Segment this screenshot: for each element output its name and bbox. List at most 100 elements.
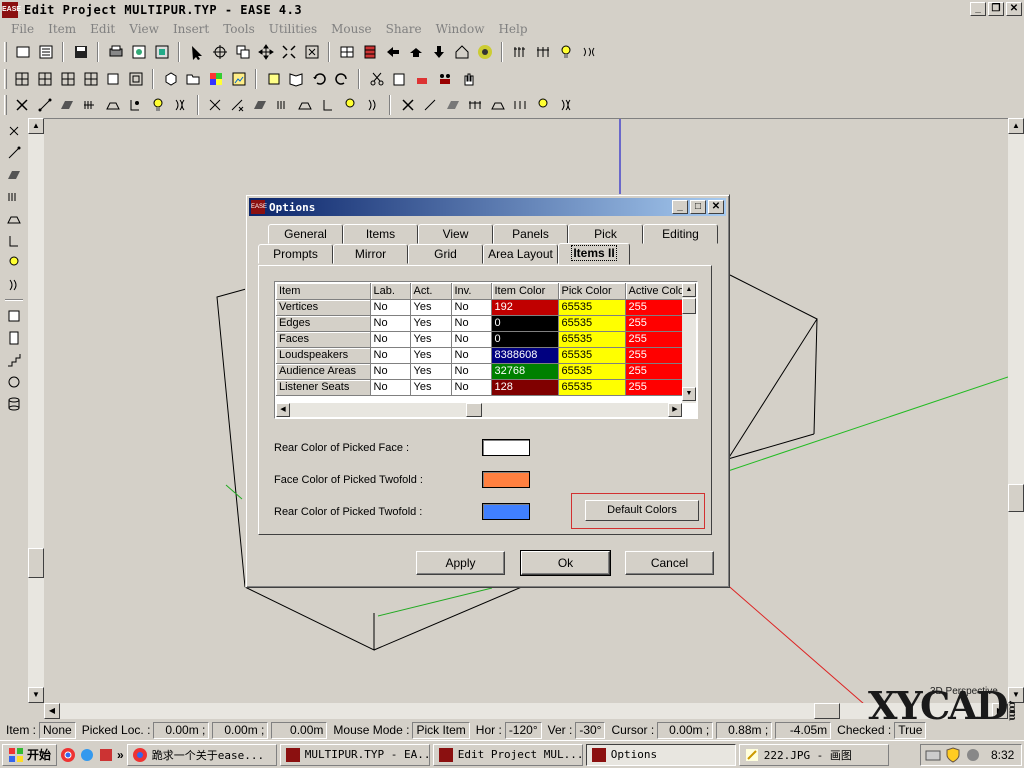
speaker-icon[interactable] (3, 186, 25, 207)
cube-icon[interactable] (160, 69, 181, 90)
tab-general[interactable]: General (268, 224, 343, 244)
print-preview-icon[interactable] (128, 42, 149, 63)
dialog-minimize-button[interactable]: _ (672, 200, 688, 214)
active-cell[interactable]: Yes (410, 315, 452, 332)
tile-4-icon[interactable] (80, 69, 101, 90)
table-row[interactable]: Faces No Yes No 0 65535 255 (276, 331, 689, 348)
hand-icon[interactable] (457, 69, 478, 90)
menu-window[interactable]: Window (429, 22, 492, 36)
seat-icon[interactable] (3, 208, 25, 229)
column-header-lab[interactable]: Lab. (370, 283, 411, 300)
item-color-cell[interactable]: 8388608 (491, 347, 559, 364)
speaker-group-icon[interactable] (509, 42, 530, 63)
item-name-cell[interactable]: Faces (276, 331, 371, 348)
toolbar-grip[interactable] (4, 69, 7, 89)
arrow-down-icon[interactable] (428, 42, 449, 63)
scroll-up-arrow[interactable]: ▲ (28, 118, 44, 134)
image-icon[interactable] (229, 69, 250, 90)
scroll-thumb[interactable] (28, 548, 44, 578)
default-colors-button[interactable]: Default Colors (585, 500, 699, 521)
active-cell[interactable]: Yes (410, 299, 452, 316)
dialog-maximize-button[interactable]: □ (690, 200, 706, 214)
gauge-icon[interactable] (474, 42, 495, 63)
scroll-down-arrow[interactable]: ▼ (682, 387, 696, 401)
delete-listener-icon[interactable] (318, 95, 339, 116)
task-button-multipur[interactable]: MULTIPUR.TYP - EA... (279, 743, 430, 766)
cancel-button[interactable]: Cancel (625, 551, 714, 575)
light-icon[interactable] (3, 252, 25, 273)
dialog-title-bar[interactable]: EASE Options _ □ ✕ (249, 198, 726, 216)
start-button[interactable]: 开始 (2, 743, 58, 766)
scroll-left-arrow[interactable]: ◀ (276, 403, 290, 417)
tile-3-icon[interactable] (57, 69, 78, 90)
label-cell[interactable]: No (370, 299, 411, 316)
menu-share[interactable]: Share (379, 22, 429, 36)
seat-icon[interactable] (102, 95, 123, 116)
table-row[interactable]: Audience Areas No Yes No 32768 65535 255 (276, 363, 689, 380)
item-colors-grid[interactable]: Item Lab. Act. Inv. Item Color Pick Colo… (274, 281, 698, 419)
label-cell[interactable]: No (370, 315, 411, 332)
label-cell[interactable]: No (370, 379, 411, 396)
close-button[interactable]: ✕ (1006, 2, 1022, 16)
tile-alt-icon[interactable] (35, 69, 56, 90)
wave-icon[interactable] (170, 95, 191, 116)
delete-light-icon[interactable] (340, 95, 361, 116)
table-row[interactable]: Edges No Yes No 0 65535 255 (276, 315, 689, 332)
keyboard-icon[interactable] (925, 747, 941, 763)
book-open-icon[interactable] (286, 69, 307, 90)
delete-wave-icon[interactable] (363, 95, 384, 116)
active-color-cell[interactable]: 255 (625, 331, 689, 348)
invisible-cell[interactable]: No (451, 379, 492, 396)
minimize-button[interactable]: _ (970, 2, 986, 16)
export-icon[interactable] (151, 42, 172, 63)
pick-color-cell[interactable]: 65535 (558, 331, 626, 348)
menu-view[interactable]: View (122, 22, 166, 36)
tab-grid[interactable]: Grid (408, 244, 483, 264)
rotate-icon[interactable] (3, 371, 25, 392)
ok-button[interactable]: Ok (520, 550, 611, 576)
toolbar-grip[interactable] (4, 95, 7, 115)
new-icon[interactable] (12, 42, 33, 63)
vertex-add-icon[interactable] (35, 95, 56, 116)
listener-icon[interactable] (3, 230, 25, 251)
tab-pick[interactable]: Pick (568, 224, 643, 244)
delete-edge-icon[interactable] (227, 95, 248, 116)
volume-icon[interactable] (965, 747, 981, 763)
wave-array-icon[interactable] (578, 42, 599, 63)
zoom-extents-icon[interactable] (278, 42, 299, 63)
menu-tools[interactable]: Tools (216, 22, 262, 36)
clock[interactable]: 8:32 (991, 748, 1014, 762)
table-row[interactable]: Listener Seats No Yes No 128 65535 255 (276, 379, 689, 396)
face-icon[interactable] (57, 95, 78, 116)
tab-panels[interactable]: Panels (493, 224, 568, 244)
media-player-icon[interactable] (98, 747, 114, 763)
scroll-thumb[interactable] (682, 298, 696, 314)
active-color-cell[interactable]: 255 (625, 315, 689, 332)
grid-icon[interactable] (336, 42, 357, 63)
pick-color-cell[interactable]: 65535 (558, 379, 626, 396)
wave-icon[interactable] (3, 274, 25, 295)
active-color-cell[interactable]: 255 (625, 299, 689, 316)
quick-launch-more[interactable]: » (117, 748, 124, 762)
move-icon[interactable] (255, 42, 276, 63)
right-vertical-scrollbar[interactable]: ▲ ▼ (1008, 118, 1024, 703)
undo-icon[interactable] (309, 69, 330, 90)
item-color-cell[interactable]: 0 (491, 315, 559, 332)
active-cell[interactable]: Yes (410, 331, 452, 348)
grid-horizontal-scrollbar[interactable]: ◀ ▶ (276, 403, 682, 417)
face-icon[interactable] (3, 164, 25, 185)
tab-view[interactable]: View (418, 224, 493, 244)
rear-color-picked-twofold-swatch[interactable] (482, 503, 530, 520)
table-row[interactable]: Loudspeakers No Yes No 8388608 65535 255 (276, 347, 689, 364)
pick-color-cell[interactable]: 65535 (558, 315, 626, 332)
scroll-up-arrow[interactable]: ▲ (1008, 118, 1024, 134)
item-color-cell[interactable]: 0 (491, 331, 559, 348)
active-color-cell[interactable]: 255 (625, 363, 689, 380)
speaker-array-icon[interactable] (532, 42, 553, 63)
active-cell[interactable]: Yes (410, 363, 452, 380)
security-shield-icon[interactable] (945, 747, 961, 763)
add-vertex-icon[interactable] (3, 142, 25, 163)
invisible-cell[interactable]: No (451, 315, 492, 332)
delete-seat-icon[interactable] (295, 95, 316, 116)
people-icon[interactable] (434, 69, 455, 90)
